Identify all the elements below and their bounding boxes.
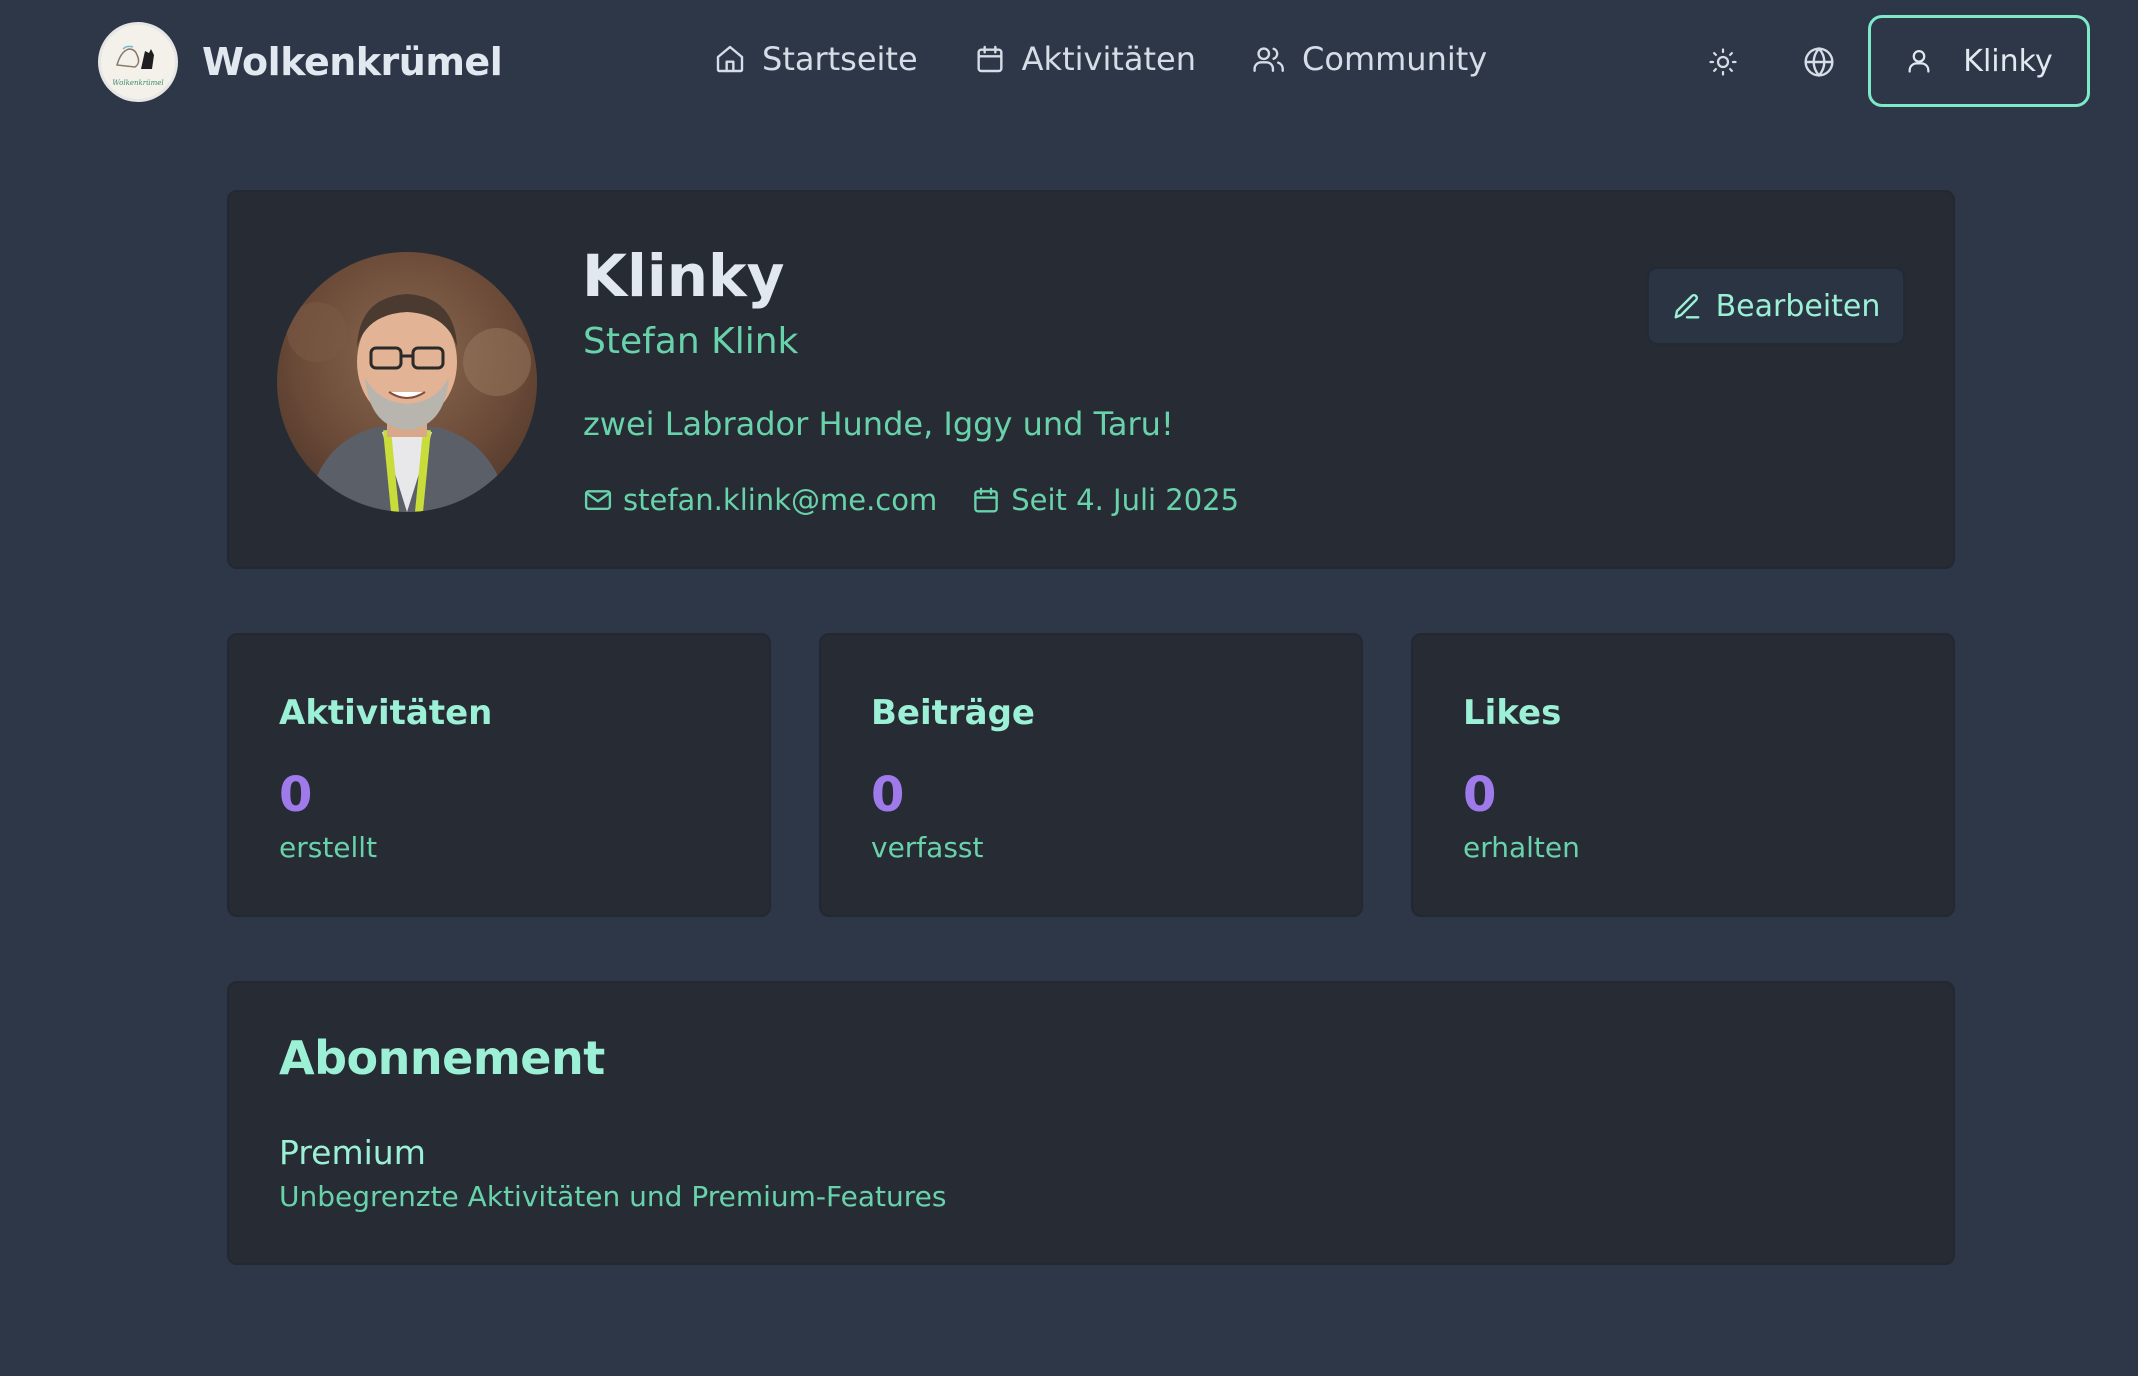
stat-card-beitraege: Beiträge 0 verfasst: [819, 633, 1363, 917]
nav-item-community[interactable]: Community: [1252, 40, 1487, 78]
logo-lettering: Wolkenkrümel: [112, 79, 163, 87]
top-navigation-bar: Wolkenkrümel Wolkenkrümel Startseite Akt…: [0, 0, 2138, 124]
pencil-icon: [1674, 294, 1700, 319]
stat-value: 0: [871, 767, 905, 823]
profile-member-since: Seit 4. Juli 2025: [971, 483, 1239, 517]
language-button[interactable]: [1795, 38, 1843, 86]
brand-logo: Wolkenkrümel: [98, 22, 178, 102]
brand-name: Wolkenkrümel: [202, 40, 503, 84]
stat-label: erhalten: [1463, 831, 1580, 864]
profile-email-text: stefan.klink@me.com: [623, 483, 938, 517]
subscription-plan: Premium: [279, 1133, 426, 1172]
sun-icon: [1709, 48, 1737, 76]
home-icon: [716, 45, 744, 73]
globe-icon: [1804, 46, 1834, 78]
stat-card-aktivitaeten: Aktivitäten 0 erstellt: [227, 633, 771, 917]
main-nav: Startseite Aktivitäten Community: [714, 40, 1543, 78]
profile-meta: stefan.klink@me.com Seit 4. Juli 2025: [583, 483, 1273, 517]
stat-value: 0: [1463, 767, 1497, 823]
subscription-title: Abonnement: [279, 1031, 605, 1085]
calendar-icon: [977, 45, 1003, 73]
edit-profile-button[interactable]: Bearbeiten: [1647, 267, 1905, 345]
nav-item-aktivitaeten[interactable]: Aktivitäten: [974, 40, 1196, 78]
user-menu-label: Klinky: [1963, 43, 2053, 79]
profile-bio: zwei Labrador Hunde, Iggy und Taru!: [583, 405, 1174, 443]
user-icon: [1908, 49, 1930, 73]
profile-email[interactable]: stefan.klink@me.com: [583, 483, 937, 517]
stat-card-likes: Likes 0 erhalten: [1411, 633, 1955, 917]
stat-title: Beiträge: [871, 693, 1035, 733]
profile-member-since-text: Seit 4. Juli 2025: [1011, 483, 1240, 517]
user-menu-button[interactable]: Klinky: [1868, 15, 2090, 107]
stat-title: Likes: [1463, 693, 1562, 733]
nav-label-aktivitaeten: Aktivitäten: [1021, 40, 1197, 78]
nav-label-startseite: Startseite: [762, 40, 918, 78]
calendar-icon: [974, 487, 999, 513]
stat-value: 0: [279, 767, 313, 823]
stat-label: verfasst: [871, 831, 984, 864]
stat-title: Aktivitäten: [279, 693, 493, 733]
edit-profile-label: Bearbeiten: [1715, 288, 1881, 324]
brand[interactable]: Wolkenkrümel Wolkenkrümel: [98, 22, 503, 102]
profile-card: Klinky Stefan Klink zwei Labrador Hunde,…: [227, 190, 1955, 569]
users-icon: [1253, 47, 1284, 72]
subscription-card: Abonnement Premium Unbegrenzte Aktivität…: [227, 981, 1955, 1265]
profile-username: Klinky: [582, 242, 785, 310]
subscription-description: Unbegrenzte Aktivitäten und Premium-Feat…: [279, 1180, 947, 1213]
nav-label-community: Community: [1302, 40, 1488, 78]
mail-icon: [584, 490, 612, 510]
avatar: [277, 252, 537, 512]
stat-label: erstellt: [279, 831, 378, 864]
nav-item-startseite[interactable]: Startseite: [714, 40, 918, 78]
profile-full-name: Stefan Klink: [583, 321, 799, 362]
theme-toggle-button[interactable]: [1699, 38, 1747, 86]
